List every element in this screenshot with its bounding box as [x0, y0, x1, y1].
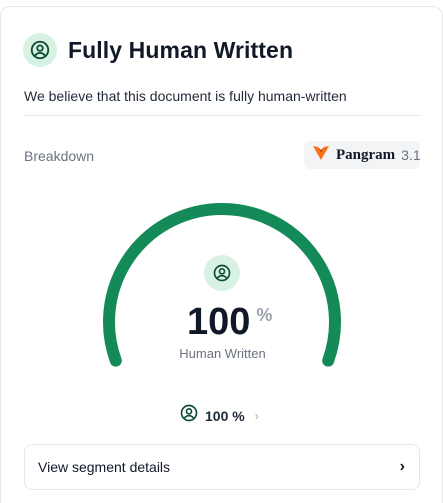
- segment-button-label: View segment details: [38, 459, 171, 475]
- summary-value: 100 %: [205, 407, 245, 424]
- result-card: Fully Human Written We believe that this…: [0, 6, 443, 503]
- divider: [24, 115, 420, 116]
- brand-version: 3.1: [401, 147, 421, 163]
- result-subtitle: We believe that this document is fully h…: [24, 88, 347, 104]
- result-title: Fully Human Written: [68, 36, 294, 63]
- breakdown-label: Breakdown: [24, 148, 95, 164]
- gauge-caption: Human Written: [179, 346, 266, 361]
- gauge-unit: %: [256, 305, 273, 325]
- gauge-number: 100: [187, 301, 251, 343]
- pangram-logo-icon: [312, 145, 330, 166]
- result-header: Fully Human Written: [23, 33, 293, 67]
- gauge-value: 100 %: [187, 301, 272, 343]
- human-summary[interactable]: 100 % ›: [179, 403, 259, 428]
- user-circle-icon: [179, 403, 199, 428]
- user-circle-icon: [204, 255, 240, 291]
- chevron-right-icon: ›: [399, 458, 405, 475]
- view-segment-details-button[interactable]: View segment details ›: [24, 444, 420, 490]
- brand-badge: Pangram 3.1: [304, 141, 421, 169]
- user-circle-icon: [23, 33, 57, 67]
- chevron-right-icon: ›: [254, 408, 259, 423]
- brand-name: Pangram: [336, 146, 396, 163]
